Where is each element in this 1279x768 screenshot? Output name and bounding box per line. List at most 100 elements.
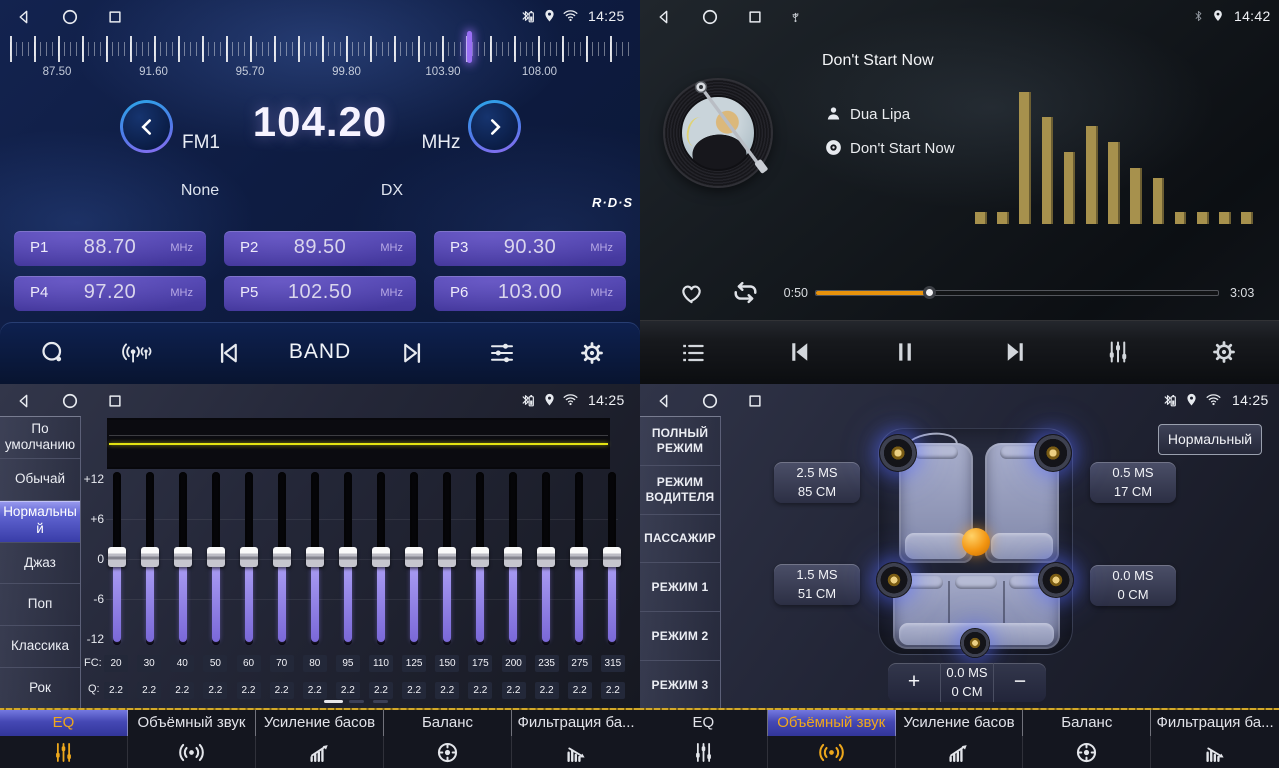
eq-tab-2[interactable]: Объёмный звук <box>128 710 256 768</box>
seek-up-button[interactable] <box>468 100 521 153</box>
slider-handle[interactable] <box>438 547 456 567</box>
q-value-13[interactable]: 2.2 <box>502 682 526 699</box>
fc-value-20[interactable]: 20 <box>104 655 128 672</box>
slider-handle[interactable] <box>405 547 423 567</box>
delay-front-right-button[interactable]: 0.5 MS 17 CM <box>1090 462 1176 503</box>
fc-value-315[interactable]: 315 <box>601 655 625 672</box>
fc-value-235[interactable]: 235 <box>535 655 559 672</box>
eq-band-slider-175[interactable] <box>467 472 493 645</box>
slider-handle[interactable] <box>240 547 258 567</box>
surround-tab-2[interactable]: Объёмный звук <box>768 710 896 768</box>
progress-bar[interactable] <box>815 290 1219 296</box>
back-icon[interactable] <box>654 392 674 410</box>
gear-icon[interactable] <box>577 338 607 368</box>
radio-preset-P6[interactable]: P6103.00MHz <box>434 276 626 311</box>
eq-band-slider-50[interactable] <box>203 472 229 645</box>
fc-value-70[interactable]: 70 <box>270 655 294 672</box>
surround-mode-1[interactable]: ПОЛНЫЙ РЕЖИМ <box>640 417 720 466</box>
favorite-icon[interactable] <box>676 278 707 307</box>
eq-tab-5[interactable]: Фильтрация ба... <box>512 710 640 768</box>
broadcast-icon[interactable] <box>122 338 154 368</box>
eq-band-slider-235[interactable] <box>533 472 559 645</box>
surround-mode-3[interactable]: ПАССАЖИР <box>640 515 720 564</box>
slider-handle[interactable] <box>273 547 291 567</box>
back-icon[interactable] <box>14 8 34 26</box>
eq-band-slider-30[interactable] <box>137 472 163 645</box>
fc-value-40[interactable]: 40 <box>170 655 194 672</box>
surround-tab-1[interactable]: EQ <box>640 710 768 768</box>
q-value-10[interactable]: 2.2 <box>402 682 426 699</box>
recents-icon[interactable] <box>746 8 764 26</box>
speaker-front-left-icon[interactable] <box>879 434 917 472</box>
surround-mode-5[interactable]: РЕЖИМ 2 <box>640 612 720 661</box>
slider-handle[interactable] <box>174 547 192 567</box>
surround-mode-2[interactable]: РЕЖИМ ВОДИТЕЛЯ <box>640 466 720 515</box>
surround-tab-5[interactable]: Фильтрация ба... <box>1151 710 1279 768</box>
radio-preset-P5[interactable]: P5102.50MHz <box>224 276 416 311</box>
fc-value-175[interactable]: 175 <box>468 655 492 672</box>
radio-preset-P1[interactable]: P188.70MHz <box>14 231 206 266</box>
fc-value-200[interactable]: 200 <box>502 655 526 672</box>
q-value-8[interactable]: 2.2 <box>336 682 360 699</box>
eq-preset-7[interactable]: Рок <box>0 668 80 710</box>
slider-handle[interactable] <box>570 547 588 567</box>
recents-icon[interactable] <box>746 392 764 410</box>
scan-icon[interactable] <box>38 338 68 368</box>
radio-preset-P2[interactable]: P289.50MHz <box>224 231 416 266</box>
fc-value-60[interactable]: 60 <box>237 655 261 672</box>
surround-mode-6[interactable]: РЕЖИМ 3 <box>640 661 720 710</box>
radio-preset-P3[interactable]: P390.30MHz <box>434 231 626 266</box>
previous-station-icon[interactable] <box>213 338 243 368</box>
radio-preset-P4[interactable]: P497.20MHz <box>14 276 206 311</box>
q-value-16[interactable]: 2.2 <box>601 682 625 699</box>
slider-handle[interactable] <box>339 547 357 567</box>
slider-handle[interactable] <box>504 547 522 567</box>
eq-tab-1[interactable]: EQ <box>0 710 128 768</box>
slider-handle[interactable] <box>603 547 621 567</box>
fc-value-125[interactable]: 125 <box>402 655 426 672</box>
eq-preset-1[interactable]: По умолчанию <box>0 417 80 459</box>
listening-position-marker[interactable] <box>962 528 990 556</box>
decrease-delay-button[interactable]: − <box>994 663 1046 702</box>
eq-band-slider-125[interactable] <box>401 472 427 645</box>
eq-tab-3[interactable]: Усиление басов <box>256 710 384 768</box>
slider-handle[interactable] <box>207 547 225 567</box>
speaker-rear-right-icon[interactable] <box>1038 562 1074 598</box>
q-value-2[interactable]: 2.2 <box>137 682 161 699</box>
q-value-9[interactable]: 2.2 <box>369 682 393 699</box>
fc-value-80[interactable]: 80 <box>303 655 327 672</box>
q-value-7[interactable]: 2.2 <box>303 682 327 699</box>
surround-tab-4[interactable]: Баланс <box>1023 710 1151 768</box>
band-button[interactable]: BAND <box>278 340 362 364</box>
slider-handle[interactable] <box>141 547 159 567</box>
q-value-1[interactable]: 2.2 <box>104 682 128 699</box>
progress-thumb[interactable] <box>923 286 936 299</box>
next-track-icon[interactable] <box>1001 337 1031 367</box>
eq-band-slider-150[interactable] <box>434 472 460 645</box>
playlist-icon[interactable] <box>678 339 708 367</box>
home-icon[interactable] <box>700 7 720 27</box>
recents-icon[interactable] <box>106 392 124 410</box>
q-value-4[interactable]: 2.2 <box>203 682 227 699</box>
eq-band-slider-20[interactable] <box>104 472 130 645</box>
fc-value-275[interactable]: 275 <box>568 655 592 672</box>
slider-handle[interactable] <box>108 547 126 567</box>
delay-rear-right-button[interactable]: 0.0 MS 0 CM <box>1090 565 1176 606</box>
speaker-rear-left-icon[interactable] <box>876 562 912 598</box>
fc-value-95[interactable]: 95 <box>336 655 360 672</box>
back-icon[interactable] <box>654 8 674 26</box>
previous-track-icon[interactable] <box>784 337 814 367</box>
home-icon[interactable] <box>700 391 720 411</box>
fc-value-110[interactable]: 110 <box>369 655 393 672</box>
back-icon[interactable] <box>14 392 34 410</box>
slider-handle[interactable] <box>306 547 324 567</box>
subwoofer-icon[interactable] <box>960 628 990 658</box>
eq-band-slider-200[interactable] <box>500 472 526 645</box>
speaker-front-right-icon[interactable] <box>1034 434 1072 472</box>
fc-value-150[interactable]: 150 <box>435 655 459 672</box>
eq-band-slider-315[interactable] <box>599 472 625 645</box>
q-value-15[interactable]: 2.2 <box>568 682 592 699</box>
eq-band-slider-60[interactable] <box>236 472 262 645</box>
equalizer-icon[interactable] <box>1103 336 1133 368</box>
recents-icon[interactable] <box>106 8 124 26</box>
